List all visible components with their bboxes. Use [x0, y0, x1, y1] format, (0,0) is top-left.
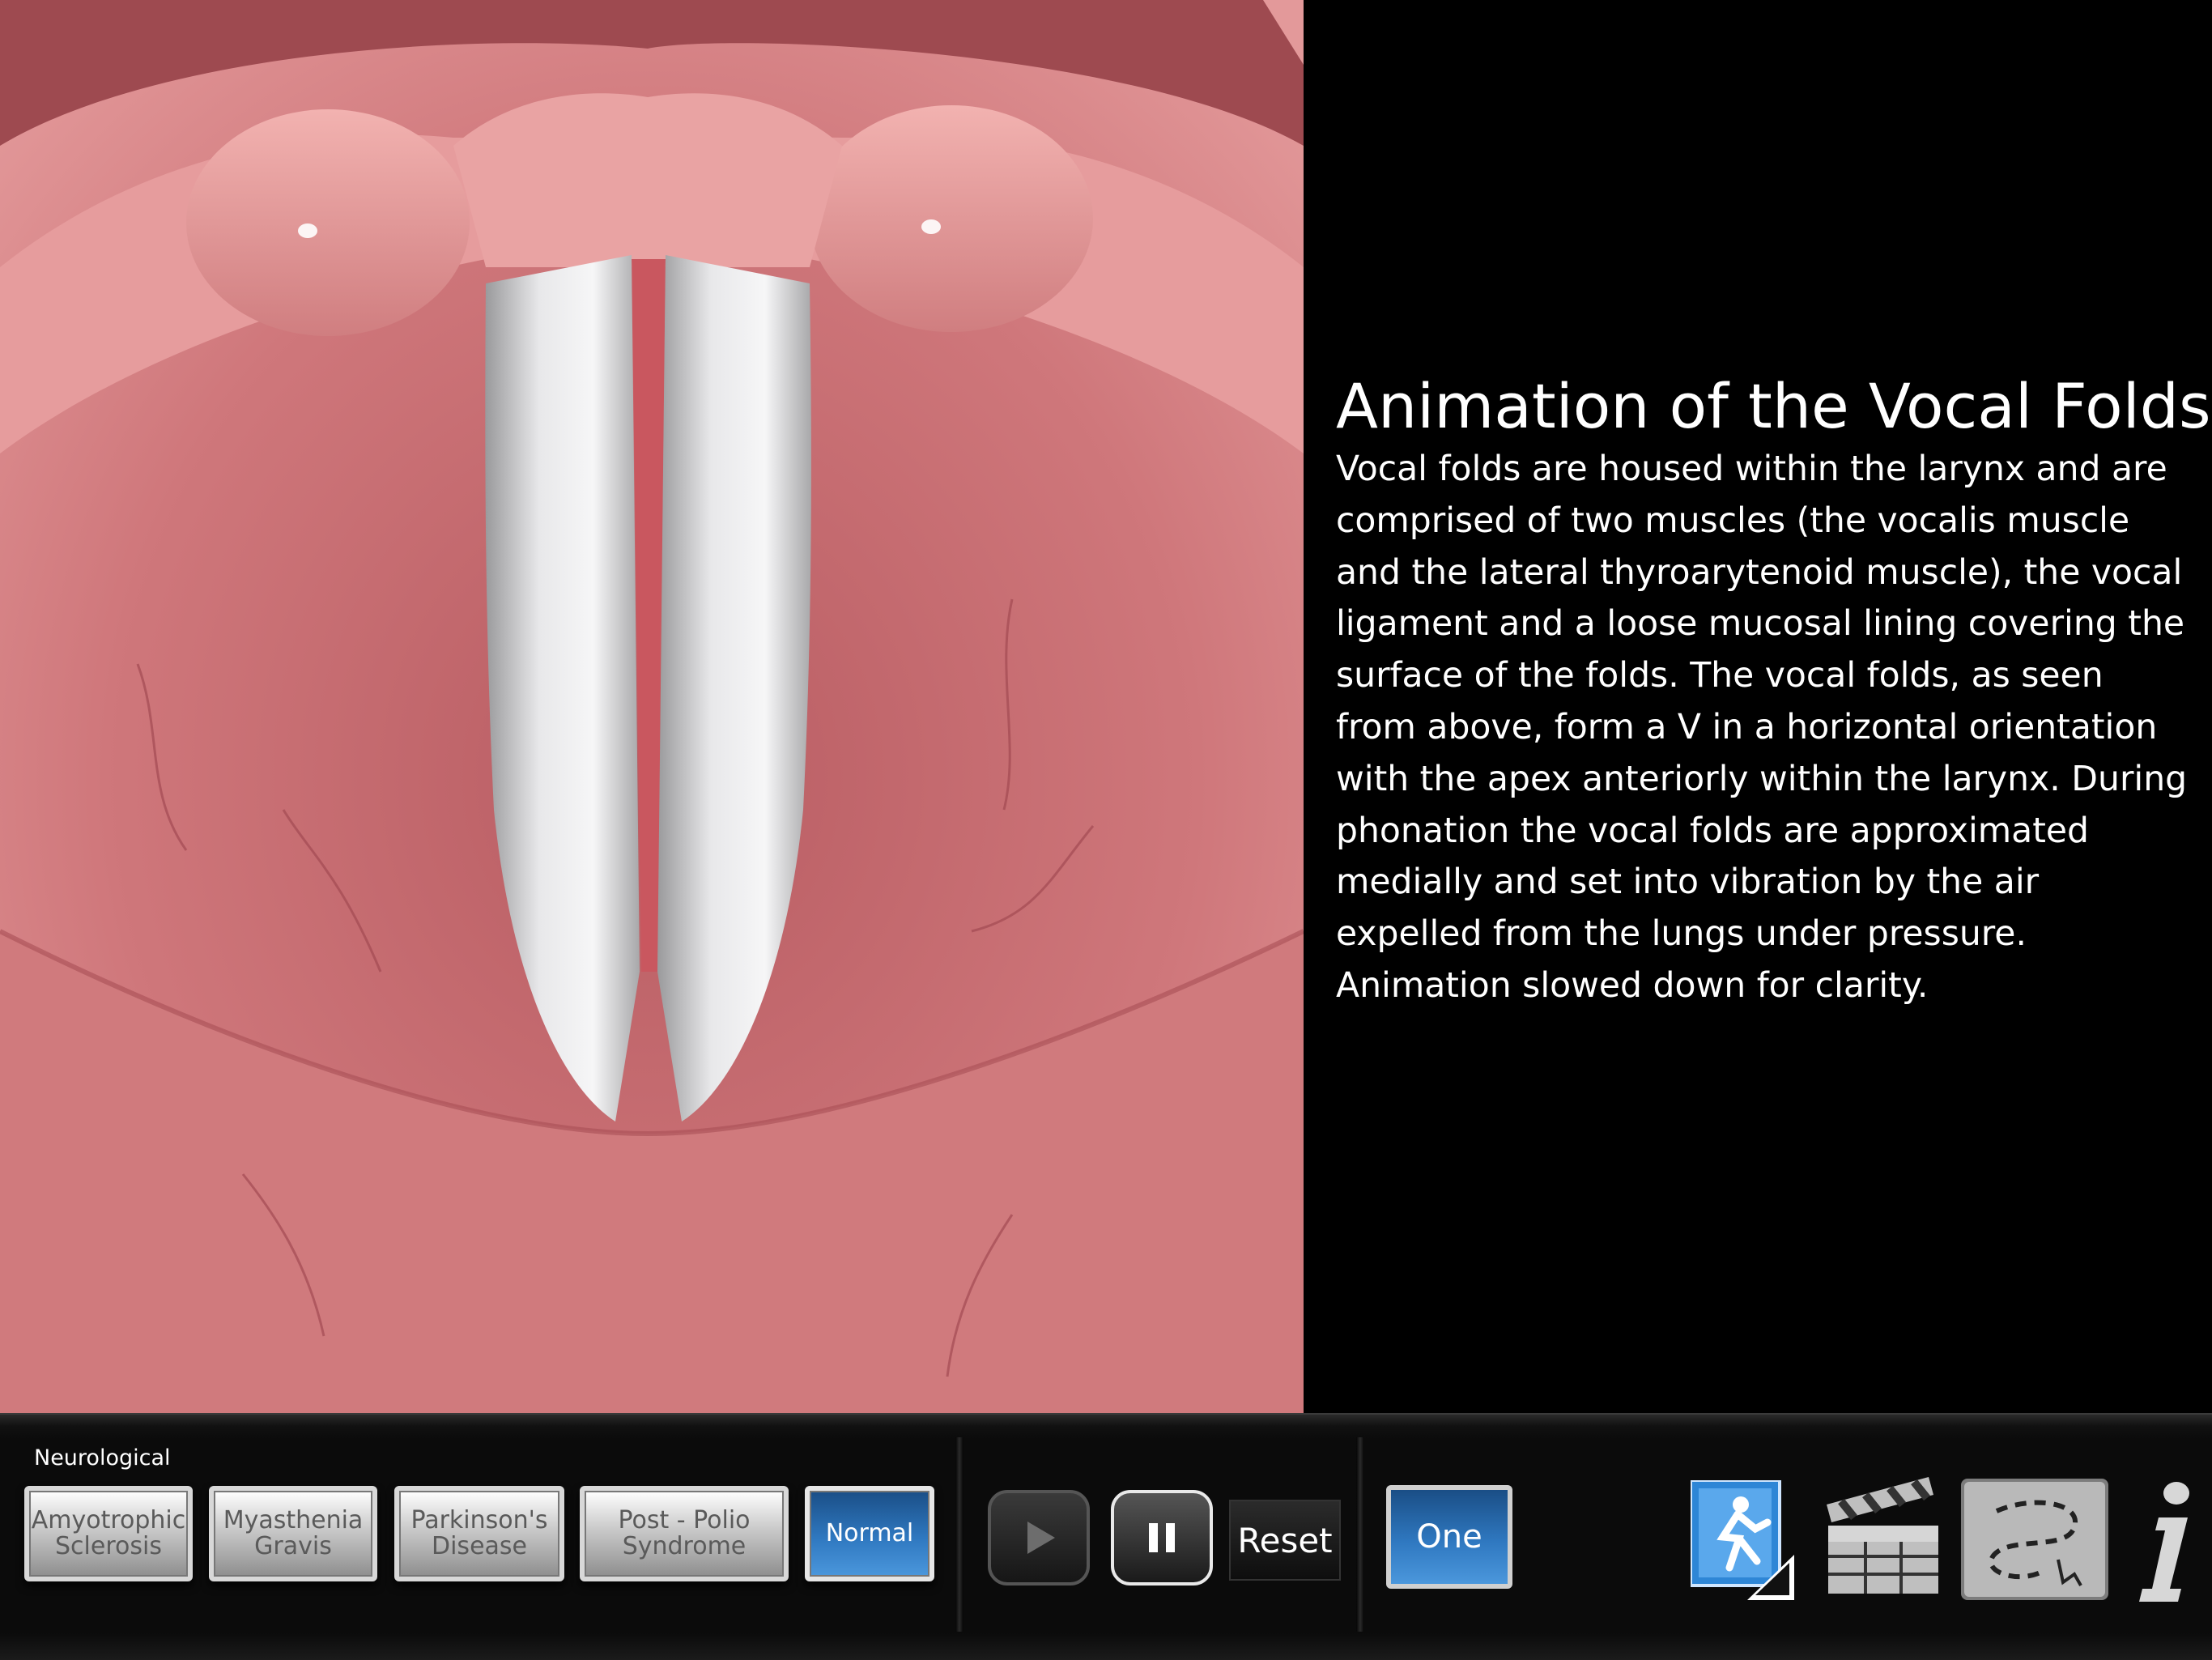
running-figure-icon[interactable] [1689, 1479, 1794, 1603]
condition-button-amyotrophic-sclerosis[interactable]: Amyotrophic Sclerosis [24, 1486, 193, 1581]
condition-button-parkinsons-disease[interactable]: Parkinson's Disease [394, 1486, 564, 1581]
toolbar-separator [1356, 1437, 1364, 1632]
clapperboard-icon[interactable] [1822, 1472, 1942, 1598]
condition-button-myasthenia-gravis[interactable]: Myasthenia Gravis [209, 1486, 377, 1581]
condition-button-label: Post - Polio Syndrome [618, 1506, 751, 1560]
pause-icon [1149, 1523, 1175, 1552]
play-icon [1027, 1522, 1055, 1554]
condition-group-label: Neurological [34, 1445, 171, 1471]
gesture-path-icon[interactable] [1961, 1479, 2108, 1603]
condition-button-normal[interactable]: Normal [805, 1486, 934, 1581]
vocal-folds-illustration [0, 0, 1304, 1413]
condition-button-label: Parkinson's Disease [410, 1506, 548, 1560]
condition-button-post-polio-syndrome[interactable]: Post - Polio Syndrome [580, 1486, 789, 1581]
condition-button-label: Myasthenia Gravis [223, 1506, 364, 1560]
page-title: Animation of the Vocal Folds [1336, 370, 2211, 442]
pause-button[interactable] [1111, 1490, 1213, 1586]
info-icon[interactable] [2134, 1475, 2199, 1608]
description-text: Vocal folds are housed within the larynx… [1336, 449, 2188, 1006]
play-button[interactable] [988, 1490, 1090, 1586]
condition-button-label: Normal [825, 1519, 914, 1547]
reset-button[interactable]: Reset [1229, 1500, 1341, 1581]
condition-button-label: Amyotrophic Sclerosis [31, 1506, 186, 1560]
one-button[interactable]: One [1386, 1485, 1512, 1589]
toolbar-separator [955, 1437, 963, 1632]
